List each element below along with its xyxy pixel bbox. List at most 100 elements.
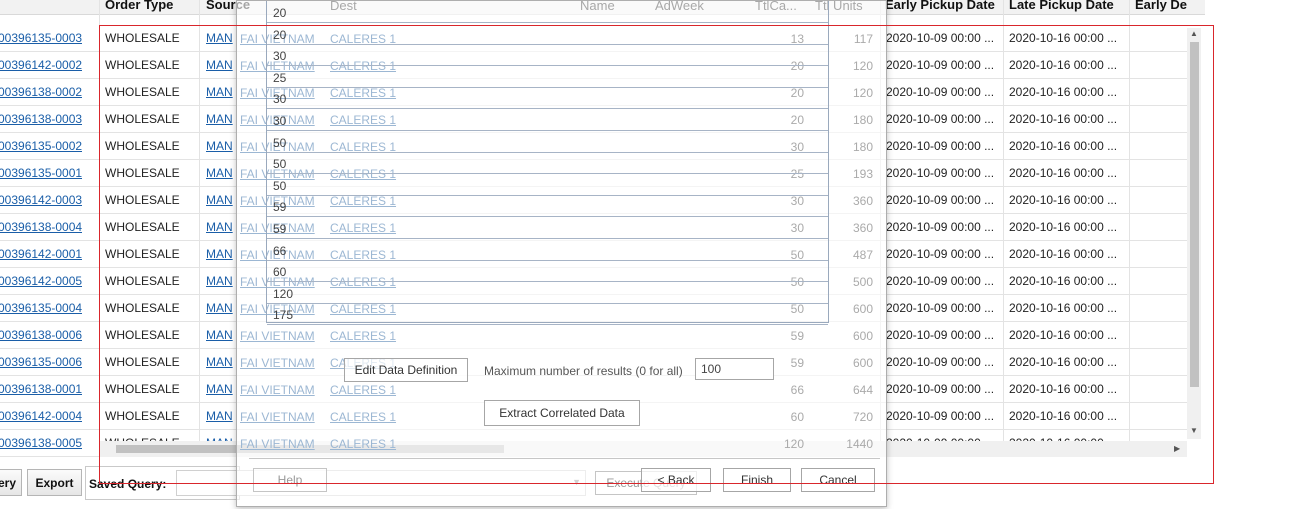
- list-item[interactable]: 50: [267, 152, 828, 175]
- scroll-up-arrow-icon[interactable]: ▲: [1190, 29, 1198, 38]
- late-pickup-cell: 2020-10-16 00:00 ...: [1009, 274, 1118, 288]
- ghost-ttl-units: 360: [852, 194, 873, 208]
- cancel-button[interactable]: Cancel: [801, 468, 875, 492]
- finish-button[interactable]: Finish: [723, 468, 791, 492]
- ghost-ttl-cartons: 59: [790, 329, 804, 343]
- source-link[interactable]: MAN: [206, 409, 233, 423]
- source-link[interactable]: MAN: [206, 301, 233, 315]
- order-id-link[interactable]: 00396138-0006: [0, 328, 82, 342]
- early-pickup-cell: 2020-10-09 00:00 ...: [886, 355, 995, 369]
- order-id-link[interactable]: 00396138-0005: [0, 436, 82, 450]
- query-button[interactable]: ery: [0, 469, 22, 496]
- source-link[interactable]: MAN: [206, 85, 233, 99]
- list-item[interactable]: 60: [267, 260, 828, 283]
- order-id-link[interactable]: 00396138-0002: [0, 85, 82, 99]
- list-item-value: 30: [273, 92, 287, 107]
- list-item-value: 20: [273, 27, 287, 42]
- order-id-link[interactable]: 00396142-0004: [0, 409, 82, 423]
- early-pickup-cell: 2020-10-09 00:00 ...: [886, 274, 995, 288]
- ghost-dest: CALERES 1: [330, 410, 397, 424]
- order-id-link[interactable]: 00396138-0001: [0, 382, 82, 396]
- ghost-source: FAI VIETNAM: [240, 410, 315, 424]
- help-button[interactable]: Help: [253, 468, 327, 492]
- source-link[interactable]: MAN: [206, 220, 233, 234]
- list-item-value: 175: [273, 308, 294, 323]
- ghost-dest: CALERES 1: [330, 437, 397, 451]
- list-item[interactable]: 175: [267, 303, 828, 326]
- export-button[interactable]: Export: [27, 469, 82, 496]
- header-order-type[interactable]: Order Type: [105, 0, 173, 12]
- order-id-link[interactable]: 00396142-0005: [0, 274, 82, 288]
- source-link[interactable]: MAN: [206, 355, 233, 369]
- list-item[interactable]: 20: [267, 23, 828, 45]
- header-late-pickup-date[interactable]: Late Pickup Date: [1009, 0, 1114, 12]
- list-item[interactable]: 30: [267, 44, 828, 67]
- order-type-cell: WHOLESALE: [105, 58, 180, 72]
- order-id-link[interactable]: 00396135-0006: [0, 355, 82, 369]
- ghost-ttl-cartons: 66: [790, 383, 804, 397]
- ghost-source: FAI VIETNAM: [240, 329, 315, 343]
- source-link[interactable]: MAN: [206, 193, 233, 207]
- list-item[interactable]: 50: [267, 131, 828, 153]
- list-item[interactable]: 59: [267, 195, 828, 218]
- source-link[interactable]: MAN: [206, 382, 233, 396]
- back-button[interactable]: < Back: [641, 468, 711, 492]
- list-item[interactable]: 59: [267, 217, 828, 239]
- order-type-cell: WHOLESALE: [105, 328, 180, 342]
- order-type-cell: WHOLESALE: [105, 247, 180, 261]
- scroll-right-arrow-icon[interactable]: ▶: [1174, 444, 1180, 453]
- order-id-link[interactable]: 00396138-0003: [0, 112, 82, 126]
- header-early-pickup-date[interactable]: Early Pickup Date: [885, 0, 995, 12]
- source-link[interactable]: MAN: [206, 166, 233, 180]
- source-link[interactable]: MAN: [206, 274, 233, 288]
- correlated-values-list[interactable]: 20 20 30 25 30 30 50 50 50 59 59 66 60 120 175: [266, 1, 829, 326]
- list-item[interactable]: 20: [267, 1, 828, 23]
- order-id-link[interactable]: 00396142-0001: [0, 247, 82, 261]
- early-pickup-cell: 2020-10-09 00:00 ...: [886, 301, 995, 315]
- order-id-link[interactable]: 00396135-0004: [0, 301, 82, 315]
- late-pickup-cell: 2020-10-16 00:00 ...: [1009, 247, 1118, 261]
- order-id-link[interactable]: 00396142-0003: [0, 193, 82, 207]
- list-item-value: 50: [273, 135, 287, 150]
- order-id-link[interactable]: 00396135-0001: [0, 166, 82, 180]
- late-pickup-cell: 2020-10-16 00:00 ...: [1009, 409, 1118, 423]
- order-type-cell: WHOLESALE: [105, 85, 180, 99]
- late-pickup-cell: 2020-10-16 00:00 ...: [1009, 382, 1118, 396]
- source-link[interactable]: MAN: [206, 31, 233, 45]
- late-pickup-cell: 2020-10-16 00:00 ...: [1009, 31, 1118, 45]
- source-link[interactable]: MAN: [206, 112, 233, 126]
- column-divider: [99, 0, 100, 441]
- vertical-scrollbar[interactable]: ▲ ▼: [1187, 28, 1201, 439]
- order-id-link[interactable]: 00396138-0004: [0, 220, 82, 234]
- source-link[interactable]: MAN: [206, 58, 233, 72]
- max-results-input[interactable]: 100: [695, 358, 774, 380]
- ghost-ttl-units: 120: [852, 86, 873, 100]
- list-item[interactable]: 30: [267, 109, 828, 131]
- ghost-ttl-units: 360: [852, 221, 873, 235]
- early-pickup-cell: 2020-10-09 00:00 ...: [886, 139, 995, 153]
- scroll-down-arrow-icon[interactable]: ▼: [1190, 426, 1198, 435]
- source-link[interactable]: MAN: [206, 139, 233, 153]
- extract-correlated-data-button[interactable]: Extract Correlated Data: [484, 400, 640, 426]
- list-item[interactable]: 50: [267, 174, 828, 196]
- list-item[interactable]: 66: [267, 239, 828, 261]
- order-id-link[interactable]: 00396142-0002: [0, 58, 82, 72]
- order-id-link[interactable]: 00396135-0003: [0, 31, 82, 45]
- late-pickup-cell: 2020-10-16 00:00 ...: [1009, 85, 1118, 99]
- early-pickup-cell: 2020-10-09 00:00 ...: [886, 166, 995, 180]
- vertical-scroll-thumb[interactable]: [1190, 42, 1199, 387]
- source-link[interactable]: MAN: [206, 328, 233, 342]
- list-item[interactable]: 30: [267, 87, 828, 110]
- list-item[interactable]: 25: [267, 66, 828, 88]
- edit-data-definition-button[interactable]: Edit Data Definition: [344, 358, 468, 382]
- ghost-dest: CALERES 1: [330, 329, 397, 343]
- order-id-link[interactable]: 00396135-0002: [0, 139, 82, 153]
- source-link[interactable]: MAN: [206, 247, 233, 261]
- list-item-value: 66: [273, 243, 287, 258]
- list-item[interactable]: 120: [267, 282, 828, 304]
- order-type-cell: WHOLESALE: [105, 139, 180, 153]
- header-early-delivery-date[interactable]: Early De: [1135, 0, 1187, 12]
- early-pickup-cell: 2020-10-09 00:00 ...: [886, 58, 995, 72]
- list-item-value: 20: [273, 6, 287, 20]
- list-item-value: 50: [273, 178, 287, 193]
